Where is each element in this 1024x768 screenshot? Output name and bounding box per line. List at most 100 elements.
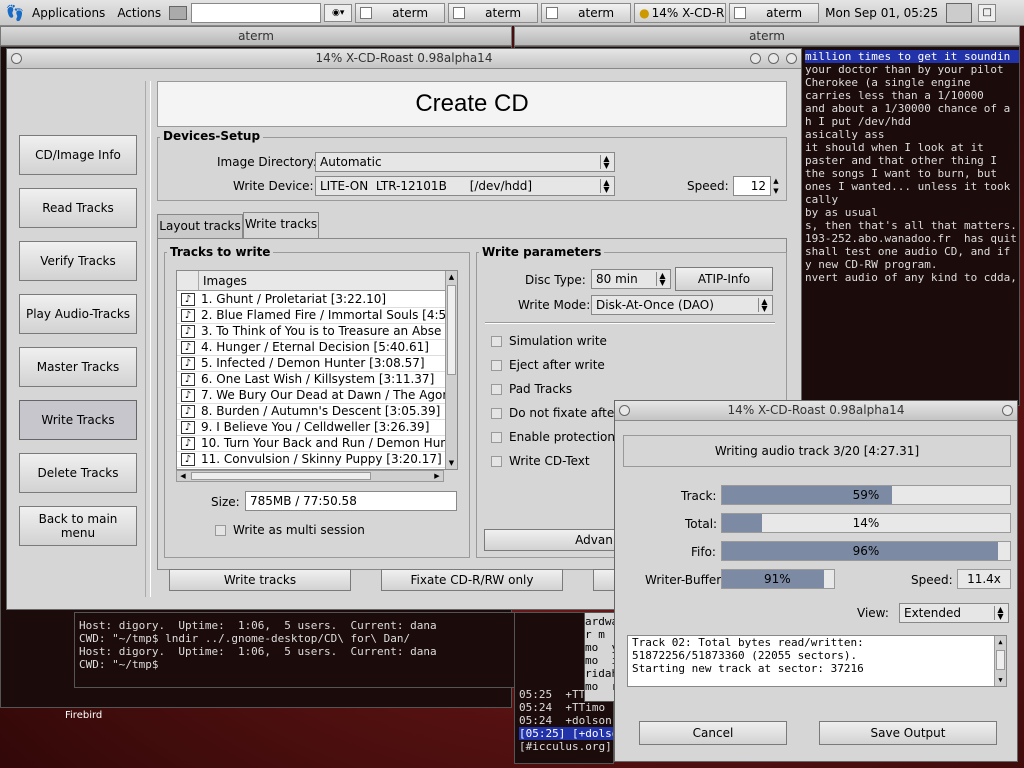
checkbox-box[interactable] (491, 455, 502, 467)
panel-hide-icon[interactable]: □ (978, 3, 997, 22)
actions-menu[interactable]: Actions (111, 2, 167, 24)
scroll-up-icon[interactable]: ▲ (446, 271, 457, 283)
sidebar-play-audio-tracks-button[interactable]: Play Audio-Tracks (19, 294, 137, 334)
track-row[interactable]: ♪ 4. Hunger / Eternal Decision [5:40.61] (177, 340, 445, 356)
dialog-titlebar[interactable]: 14% X-CD-Roast 0.98alpha14 (615, 401, 1017, 421)
scroll-down-icon[interactable]: ▼ (995, 674, 1006, 686)
track-label: 1. Ghunt / Proletariat [3:22.10] (201, 292, 387, 306)
track-row[interactable]: ♪ 11. Convulsion / Skinny Puppy [3:20.17] (177, 452, 445, 468)
write-tracks-button[interactable]: Write tracks (169, 569, 351, 591)
write-option-checkbox[interactable]: Pad Tracks (491, 382, 572, 396)
write-option-checkbox[interactable]: Eject after write (491, 358, 605, 372)
sidebar-verify-tracks-button[interactable]: Verify Tracks (19, 241, 137, 281)
output-log[interactable]: Track 02: Total bytes read/written: 51872… (627, 635, 1007, 687)
sidebar-read-tracks-button[interactable]: Read Tracks (19, 188, 137, 228)
window-menu-icon[interactable] (619, 405, 630, 416)
checkbox-box[interactable] (491, 407, 502, 419)
cancel-button[interactable]: Cancel (639, 721, 787, 745)
close-icon[interactable] (1002, 405, 1013, 416)
workspace-switcher-icon[interactable] (946, 2, 973, 23)
task-xcdroast[interactable]: ● 14% X-CD-R (634, 2, 727, 23)
scroll-thumb[interactable] (447, 285, 456, 375)
checkbox-box[interactable] (491, 335, 502, 347)
image-directory-select[interactable]: Automatic ▲ ▼ (315, 152, 615, 172)
scroll-left-icon[interactable]: ◀ (177, 471, 189, 481)
save-output-button[interactable]: Save Output (819, 721, 997, 745)
track-row[interactable]: ♪ 5. Infected / Demon Hunter [3:08.57] (177, 356, 445, 372)
tracks-horizontal-scrollbar[interactable]: ◀ ▶ (176, 470, 444, 482)
checkbox-box[interactable] (491, 383, 502, 395)
terminal-line: and about a 1/30000 chance of a (805, 102, 1011, 115)
minimize-icon[interactable] (750, 53, 761, 64)
task-aterm-1[interactable]: aterm (355, 2, 446, 23)
aterm-bottom-left[interactable]: Host: digory. Uptime: 1:06, 5 users. Cur… (74, 612, 584, 688)
sidebar-delete-tracks-button[interactable]: Delete Tracks (19, 453, 137, 493)
track-row[interactable]: ♪ 10. Turn Your Back and Run / Demon Hun (177, 436, 445, 452)
aterm-left-titlebar[interactable]: aterm (0, 26, 512, 46)
write-mode-select[interactable]: Disk-At-Once (DAO) ▲ ▼ (591, 295, 773, 315)
track-row[interactable]: ♪ 6. One Last Wish / Killsystem [3:11.37] (177, 372, 445, 388)
spin-arrows-icon[interactable]: ▲ ▼ (771, 176, 781, 196)
write-option-checkbox[interactable]: Simulation write (491, 334, 607, 348)
tracks-vertical-scrollbar[interactable]: ▲ ▼ (445, 271, 457, 469)
write-device-select[interactable]: LITE-ON LTR-12101B [/dev/hdd] ▲ ▼ (315, 176, 615, 196)
disc-type-label: Disc Type: (525, 273, 586, 287)
track-row[interactable]: ♪ 7. We Bury Our Dead at Dawn / The Agor (177, 388, 445, 404)
close-icon[interactable] (786, 53, 797, 64)
fixate-cd-button[interactable]: Fixate CD-R/RW only (381, 569, 563, 591)
tab-layout-tracks[interactable]: Layout tracks (157, 214, 243, 238)
window-menu-icon[interactable] (11, 53, 22, 64)
atip-info-button[interactable]: ATIP-Info (675, 267, 773, 291)
multi-session-checkbox[interactable]: Write as multi session (215, 523, 365, 537)
track-row[interactable]: ♪ 2. Blue Flamed Fire / Immortal Souls [4… (177, 308, 445, 324)
size-field: 785MB / 77:50.58 (245, 491, 457, 511)
view-select[interactable]: Extended ▲ ▼ (899, 603, 1009, 623)
write-option-checkbox[interactable]: Enable protection fi (491, 430, 626, 444)
task-aterm-3[interactable]: aterm (541, 2, 632, 23)
scroll-right-icon[interactable]: ▶ (431, 471, 443, 481)
sidebar-back-to-main-menu-button[interactable]: Back to main menu (19, 506, 137, 546)
track-label: 6. One Last Wish / Killsystem [3:11.37] (201, 372, 435, 386)
pane-separator[interactable] (145, 81, 151, 597)
terminal-line: 51872256/51873360 (22055 sectors). (632, 649, 858, 662)
log-scrollbar[interactable]: ▲ ▼ (994, 636, 1006, 686)
maximize-icon[interactable] (768, 53, 779, 64)
spin-selector-icon[interactable]: ◉▾ (324, 3, 353, 22)
task-aterm-4[interactable]: aterm (729, 2, 820, 23)
sidebar-master-tracks-button[interactable]: Master Tracks (19, 347, 137, 387)
list-header-images[interactable]: Images (199, 271, 445, 291)
checkbox-box[interactable] (491, 359, 502, 371)
clock[interactable]: Mon Sep 01, 05:25 (825, 6, 938, 20)
firebird-launcher-label[interactable]: Firebird (65, 710, 102, 721)
aterm-right-titlebar[interactable]: aterm (514, 26, 1020, 46)
hscroll-thumb[interactable] (191, 472, 371, 480)
applications-menu[interactable]: Applications (26, 2, 111, 24)
checkbox-label: Write CD-Text (509, 454, 590, 468)
speed-spinner[interactable]: 12 (733, 176, 771, 196)
write-option-checkbox[interactable]: Do not fixate after w (491, 406, 633, 420)
track-row[interactable]: ♪ 8. Burden / Autumn's Descent [3:05.39] (177, 404, 445, 420)
gnome-foot-icon[interactable]: 👣 (4, 2, 26, 24)
tracks-list[interactable]: Images ♪ 1. Ghunt / Proletariat [3:22.10]… (176, 270, 458, 470)
task-aterm-2[interactable]: aterm (448, 2, 539, 23)
checkbox-box[interactable] (491, 431, 502, 443)
monitor-icon[interactable] (169, 5, 188, 20)
terminal-line: asically ass (805, 128, 885, 141)
scroll-up-icon[interactable]: ▲ (995, 636, 1006, 648)
track-row[interactable]: ♪ 1. Ghunt / Proletariat [3:22.10] (177, 292, 445, 308)
run-command-input[interactable] (191, 2, 322, 23)
track-row[interactable]: ♪ 9. I Believe You / Celldweller [3:26.39… (177, 420, 445, 436)
log-lines: Track 02: Total bytes read/written: 51872… (632, 636, 1002, 675)
sidebar-write-tracks-button[interactable]: Write Tracks (19, 400, 137, 440)
tab-write-tracks[interactable]: Write tracks (243, 212, 319, 239)
sidebar-cd-image-info-button[interactable]: CD/Image Info (19, 135, 137, 175)
window-icon (546, 6, 559, 19)
checkbox-box[interactable] (215, 524, 226, 536)
scroll-down-icon[interactable]: ▼ (446, 457, 457, 469)
scroll-thumb[interactable] (996, 650, 1005, 670)
disc-type-select[interactable]: 80 min ▲ ▼ (591, 269, 671, 289)
main-window-titlebar[interactable]: 14% X-CD-Roast 0.98alpha14 (7, 49, 801, 69)
track-row[interactable]: ♪ 3. To Think of You is to Treasure an Ab… (177, 324, 445, 340)
task-label: 14% X-CD-R (651, 5, 725, 20)
write-option-checkbox[interactable]: Write CD-Text (491, 454, 590, 468)
